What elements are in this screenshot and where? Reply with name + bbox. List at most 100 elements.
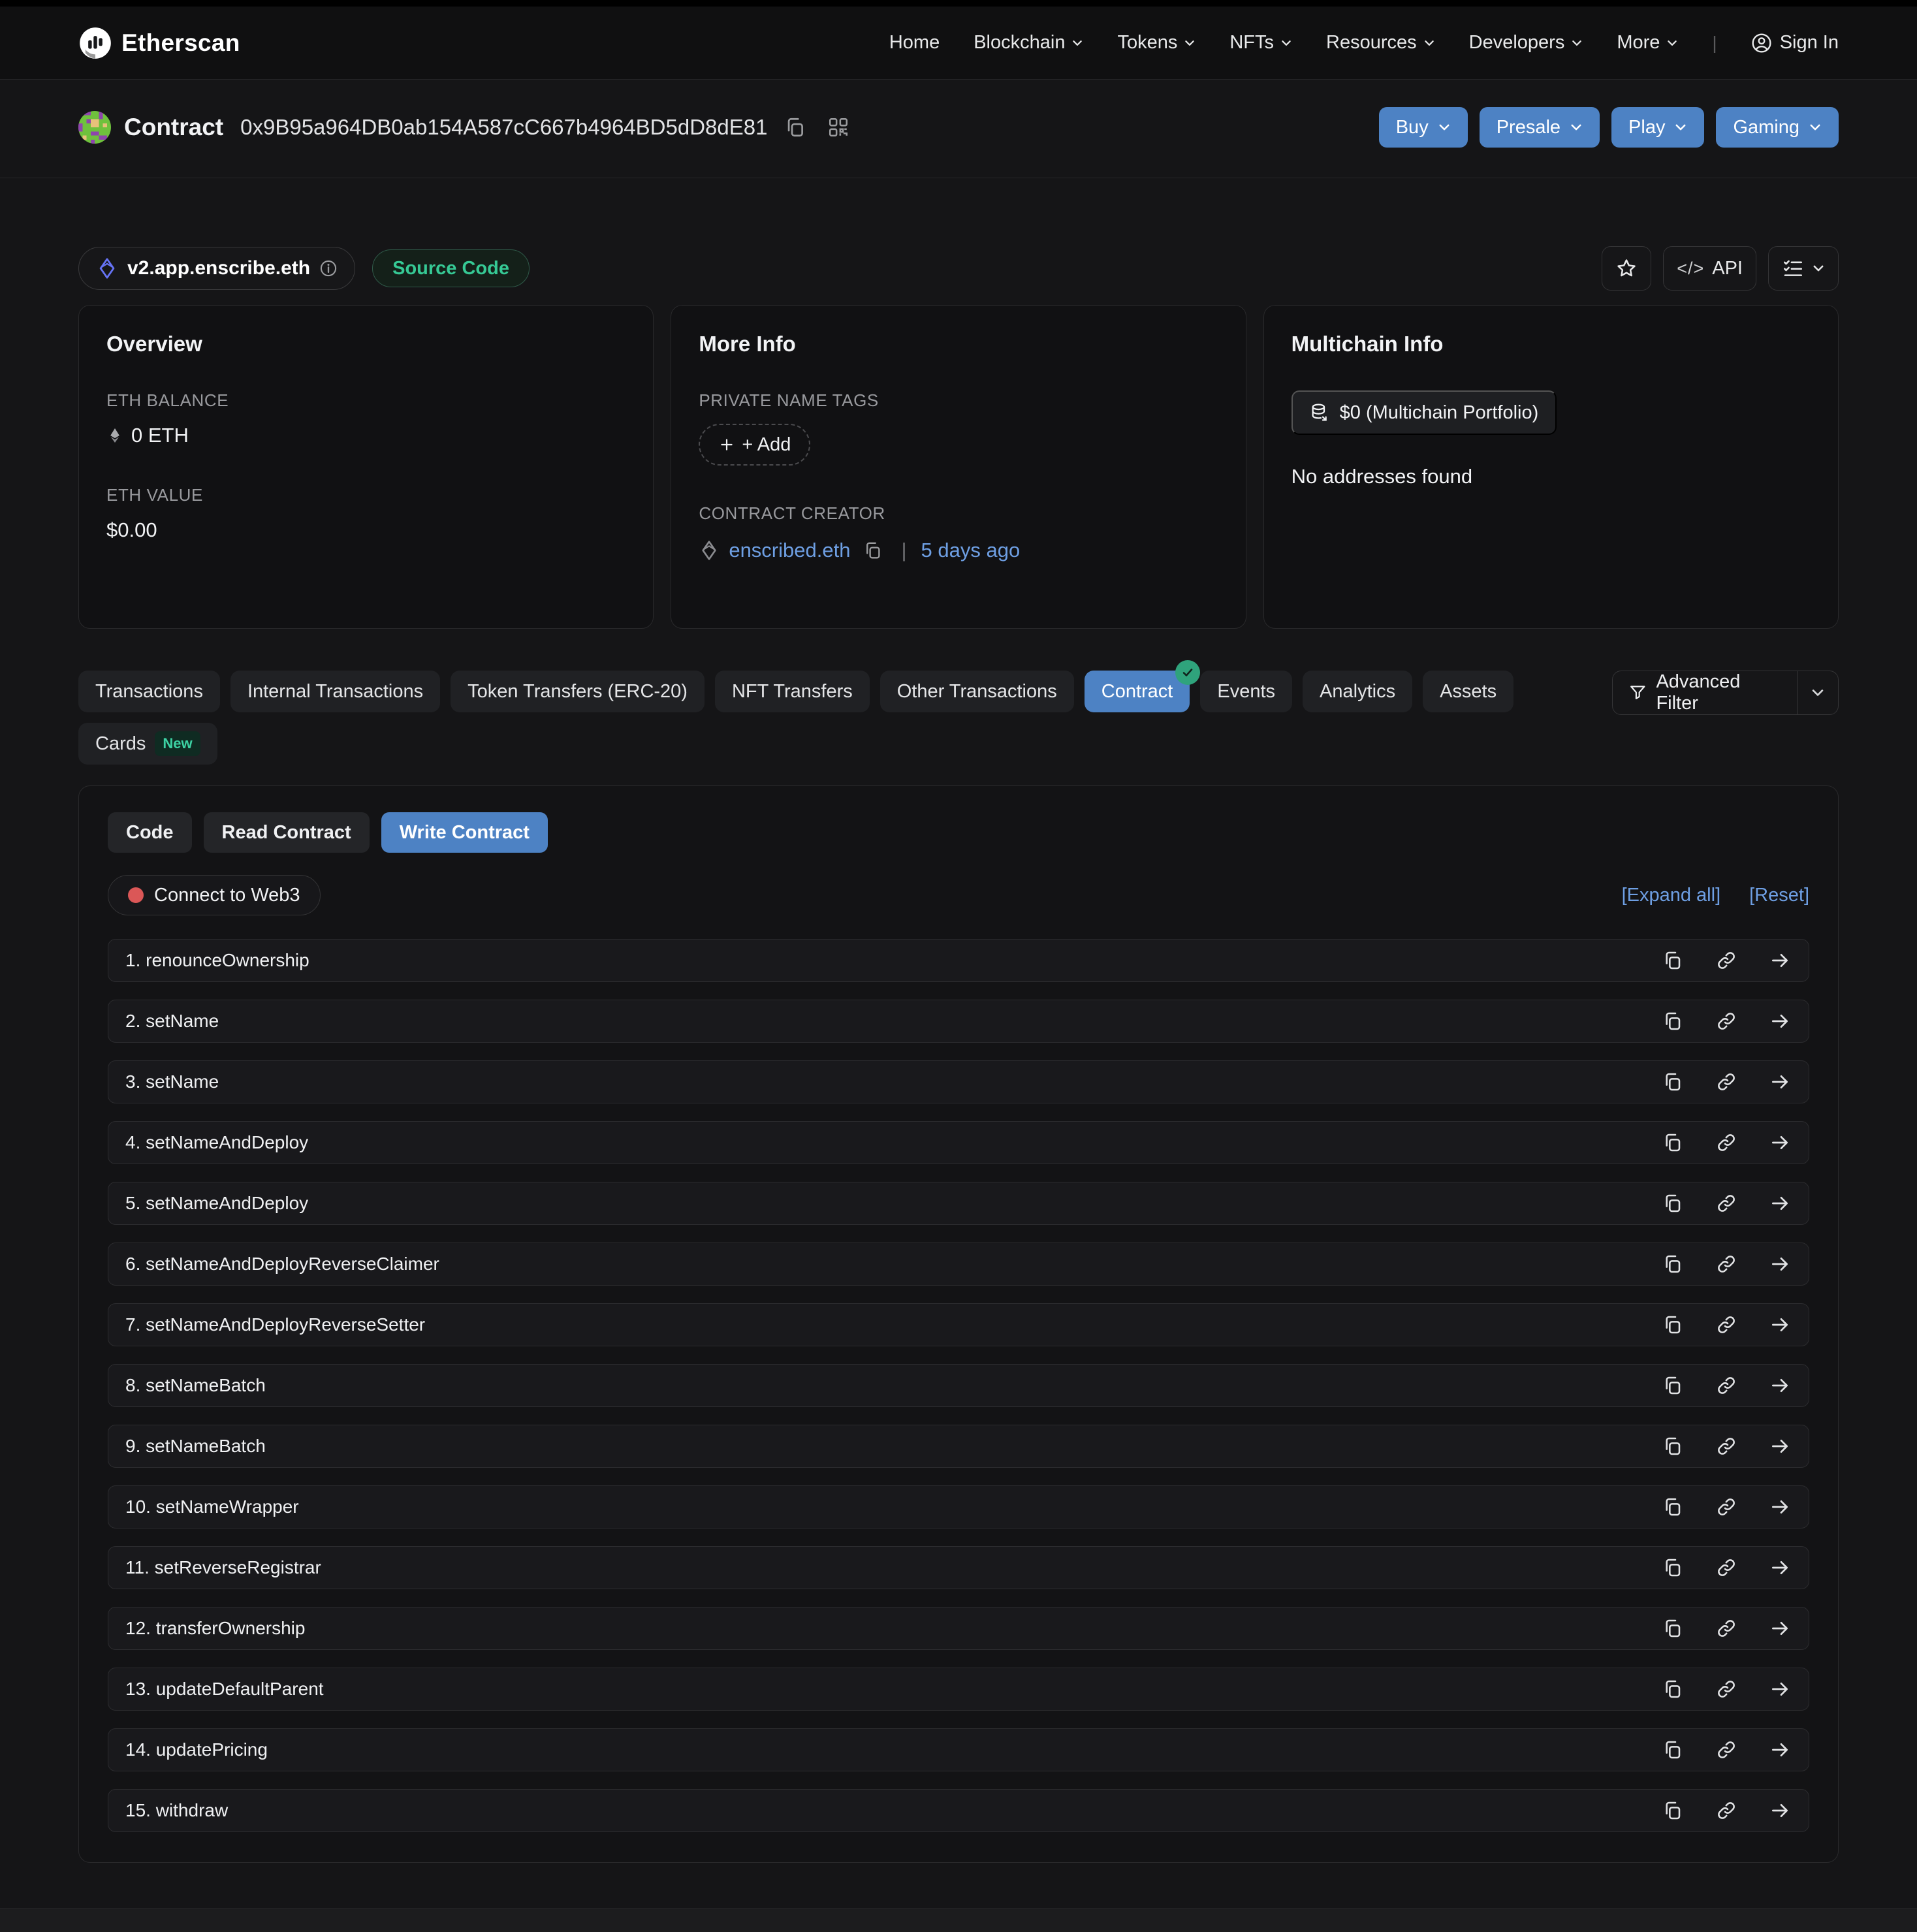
function-row-withdraw[interactable]: 15. withdraw [108,1789,1809,1832]
nav-item-developers[interactable]: Developers [1469,32,1583,54]
reset-link[interactable]: [Reset] [1749,885,1809,906]
copy-icon[interactable] [1661,1799,1685,1822]
nav-item-nfts[interactable]: NFTs [1229,32,1292,54]
api-button[interactable]: </>API [1663,246,1756,291]
function-row-renounceOwnership[interactable]: 1. renounceOwnership [108,939,1809,982]
function-row-setNameAndDeploy[interactable]: 4. setNameAndDeploy [108,1121,1809,1164]
copy-icon[interactable] [1661,1434,1685,1458]
link-chain-icon[interactable] [1715,949,1738,972]
link-chain-icon[interactable] [1715,1252,1738,1276]
function-row-setNameAndDeployReverseClaimer[interactable]: 6. setNameAndDeployReverseClaimer [108,1243,1809,1286]
link-chain-icon[interactable] [1715,1556,1738,1579]
tab-internal-transactions[interactable]: Internal Transactions [230,671,440,712]
link-chain-icon[interactable] [1715,1313,1738,1337]
subtab-read-contract[interactable]: Read Contract [204,812,370,853]
copy-icon[interactable] [1661,1617,1685,1640]
tab-transactions[interactable]: Transactions [78,671,220,712]
creation-tx-link[interactable]: 5 days ago [921,539,1021,562]
connect-to-web3-button[interactable]: Connect to Web3 [108,875,321,915]
presale-button[interactable]: Presale [1480,107,1600,148]
tab-cards[interactable]: Cards New [78,723,217,765]
function-row-setNameBatch-2[interactable]: 9. setNameBatch [108,1425,1809,1468]
copy-icon[interactable] [1661,1374,1685,1397]
function-row-updateDefaultParent[interactable]: 13. updateDefaultParent [108,1668,1809,1711]
creator-link[interactable]: enscribed.eth [729,539,850,562]
gaming-button[interactable]: Gaming [1716,107,1839,148]
copy-icon[interactable] [1661,1252,1685,1276]
copy-icon[interactable] [1661,949,1685,972]
function-row-setName[interactable]: 2. setName [108,1000,1809,1043]
copy-creator-button[interactable] [859,537,887,564]
copy-icon[interactable] [1661,1313,1685,1337]
tab-contract[interactable]: Contract [1085,671,1190,712]
function-row-setNameWrapper[interactable]: 10. setNameWrapper [108,1485,1809,1528]
watchlist-menu-button[interactable] [1768,246,1839,291]
arrow-right-icon[interactable] [1768,949,1792,972]
function-row-setName-2[interactable]: 3. setName [108,1060,1809,1103]
nav-item-tokens[interactable]: Tokens [1117,32,1196,54]
arrow-right-icon[interactable] [1768,1495,1792,1519]
link-chain-icon[interactable] [1715,1799,1738,1822]
link-chain-icon[interactable] [1715,1009,1738,1033]
arrow-right-icon[interactable] [1768,1738,1792,1762]
add-private-tag-button[interactable]: + Add [699,424,810,466]
arrow-right-icon[interactable] [1768,1677,1792,1701]
copy-icon[interactable] [1661,1131,1685,1154]
arrow-right-icon[interactable] [1768,1617,1792,1640]
arrow-right-icon[interactable] [1768,1434,1792,1458]
arrow-right-icon[interactable] [1768,1252,1792,1276]
favorite-button[interactable] [1602,246,1651,291]
arrow-right-icon[interactable] [1768,1556,1792,1579]
arrow-right-icon[interactable] [1768,1374,1792,1397]
nav-item-resources[interactable]: Resources [1326,32,1435,54]
arrow-right-icon[interactable] [1768,1192,1792,1215]
link-chain-icon[interactable] [1715,1495,1738,1519]
link-chain-icon[interactable] [1715,1070,1738,1094]
function-row-setNameAndDeploy-2[interactable]: 5. setNameAndDeploy [108,1182,1809,1225]
function-row-setReverseRegistrar[interactable]: 11. setReverseRegistrar [108,1546,1809,1589]
link-chain-icon[interactable] [1715,1374,1738,1397]
nav-item-more[interactable]: More [1617,32,1678,54]
advanced-filter-caret[interactable] [1798,686,1838,700]
arrow-right-icon[interactable] [1768,1009,1792,1033]
copy-icon[interactable] [1661,1070,1685,1094]
tab-nft-transfers[interactable]: NFT Transfers [715,671,870,712]
link-chain-icon[interactable] [1715,1617,1738,1640]
multichain-portfolio-button[interactable]: $0 (Multichain Portfolio) [1291,390,1557,435]
link-chain-icon[interactable] [1715,1677,1738,1701]
nav-item-blockchain[interactable]: Blockchain [974,32,1083,54]
function-row-transferOwnership[interactable]: 12. transferOwnership [108,1607,1809,1650]
play-button[interactable]: Play [1611,107,1704,148]
source-code-badge[interactable]: Source Code [372,249,530,287]
buy-button[interactable]: Buy [1379,107,1468,148]
copy-icon[interactable] [1661,1738,1685,1762]
arrow-right-icon[interactable] [1768,1799,1792,1822]
arrow-right-icon[interactable] [1768,1070,1792,1094]
subtab-write-contract[interactable]: Write Contract [381,812,548,853]
ens-name-tag[interactable]: v2.app.enscribe.eth [78,247,355,290]
copy-icon[interactable] [1661,1677,1685,1701]
tab-other-transactions[interactable]: Other Transactions [880,671,1074,712]
link-chain-icon[interactable] [1715,1131,1738,1154]
arrow-right-icon[interactable] [1768,1313,1792,1337]
nav-item-home[interactable]: Home [889,32,940,54]
link-chain-icon[interactable] [1715,1434,1738,1458]
arrow-right-icon[interactable] [1768,1131,1792,1154]
tab-analytics[interactable]: Analytics [1303,671,1412,712]
copy-address-button[interactable] [780,112,810,142]
function-row-setNameBatch[interactable]: 8. setNameBatch [108,1364,1809,1407]
expand-all-link[interactable]: [Expand all] [1622,885,1721,906]
tab-token-transfers[interactable]: Token Transfers (ERC-20) [451,671,705,712]
tab-assets[interactable]: Assets [1423,671,1513,712]
function-row-setNameAndDeployReverseSetter[interactable]: 7. setNameAndDeployReverseSetter [108,1303,1809,1346]
advanced-filter-button[interactable]: Advanced Filter [1612,671,1839,715]
copy-icon[interactable] [1661,1495,1685,1519]
sign-in-button[interactable]: Sign In [1751,32,1839,54]
qr-code-button[interactable] [823,112,853,142]
copy-icon[interactable] [1661,1009,1685,1033]
copy-icon[interactable] [1661,1556,1685,1579]
subtab-code[interactable]: Code [108,812,192,853]
copy-icon[interactable] [1661,1192,1685,1215]
link-chain-icon[interactable] [1715,1192,1738,1215]
etherscan-brand[interactable]: Etherscan [78,26,240,60]
